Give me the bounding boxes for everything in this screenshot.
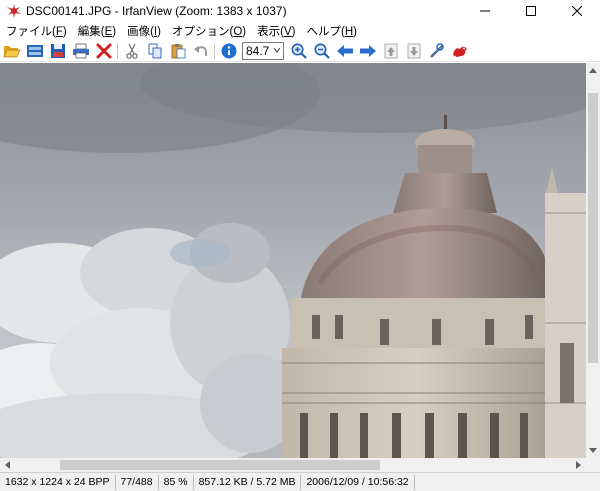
vertical-scrollbar[interactable] [586, 63, 600, 458]
cut-icon[interactable] [120, 41, 143, 61]
next-page-icon[interactable] [402, 41, 425, 61]
minimize-button[interactable] [462, 0, 508, 22]
next-icon[interactable] [356, 41, 379, 61]
status-zoom: 85 % [159, 474, 194, 490]
status-filesize: 857.12 KB / 5.72 MB [194, 474, 302, 490]
menu-options[interactable]: オプション(O) [166, 23, 251, 39]
scrollbar-corner [586, 458, 600, 472]
title-bar: DSC00141.JPG - IrfanView (Zoom: 1383 x 1… [0, 0, 600, 22]
toolbar-separator [117, 42, 118, 59]
open-folder-icon[interactable] [0, 41, 23, 61]
menu-view[interactable]: 表示(V) [251, 23, 300, 39]
zoom-select[interactable]: 84.7 [242, 41, 284, 60]
properties-icon[interactable] [425, 41, 448, 61]
irfanview-app-icon[interactable] [6, 3, 22, 19]
undo-icon[interactable] [189, 41, 212, 61]
thumbnails-icon[interactable] [23, 41, 46, 61]
scroll-down-icon[interactable] [586, 444, 600, 458]
save-icon[interactable] [46, 41, 69, 61]
menu-file[interactable]: ファイル(F) [0, 23, 72, 39]
close-button[interactable] [554, 0, 600, 22]
paste-icon[interactable] [166, 41, 189, 61]
menu-edit[interactable]: 編集(E) [72, 23, 121, 39]
status-datetime: 2006/12/09 / 10:56:32 [301, 474, 415, 490]
menu-image[interactable]: 画像(I) [121, 23, 166, 39]
scroll-right-icon[interactable] [572, 458, 586, 472]
previous-icon[interactable] [333, 41, 356, 61]
photo-baptistery [0, 63, 586, 458]
delete-icon[interactable] [92, 41, 115, 61]
scroll-up-icon[interactable] [586, 63, 600, 77]
horizontal-scrollbar[interactable] [0, 458, 586, 472]
window-title: DSC00141.JPG - IrfanView (Zoom: 1383 x 1… [26, 4, 287, 18]
image-viewport[interactable] [0, 63, 586, 458]
status-dimensions: 1632 x 1224 x 24 BPP [0, 474, 116, 490]
scroll-left-icon[interactable] [0, 458, 14, 472]
zoom-out-icon[interactable] [310, 41, 333, 61]
toolbar-separator [214, 42, 215, 59]
copy-icon[interactable] [143, 41, 166, 61]
previous-page-icon[interactable] [379, 41, 402, 61]
menu-bar: ファイル(F) 編集(E) 画像(I) オプション(O) 表示(V) ヘルプ(H… [0, 22, 600, 40]
print-icon[interactable] [69, 41, 92, 61]
info-icon[interactable] [217, 41, 240, 61]
irfanview-logo-icon[interactable] [448, 41, 471, 61]
vertical-scroll-thumb[interactable] [588, 93, 598, 363]
toolbar: 84.7 [0, 40, 600, 62]
chevron-down-icon [273, 46, 281, 56]
maximize-button[interactable] [508, 0, 554, 22]
status-file-index: 77/488 [116, 474, 159, 490]
horizontal-scroll-thumb[interactable] [60, 460, 380, 470]
menu-help[interactable]: ヘルプ(H) [300, 23, 362, 39]
zoom-in-icon[interactable] [287, 41, 310, 61]
zoom-value: 84.7 [246, 43, 270, 58]
status-bar: 1632 x 1224 x 24 BPP 77/488 85 % 857.12 … [0, 472, 600, 491]
